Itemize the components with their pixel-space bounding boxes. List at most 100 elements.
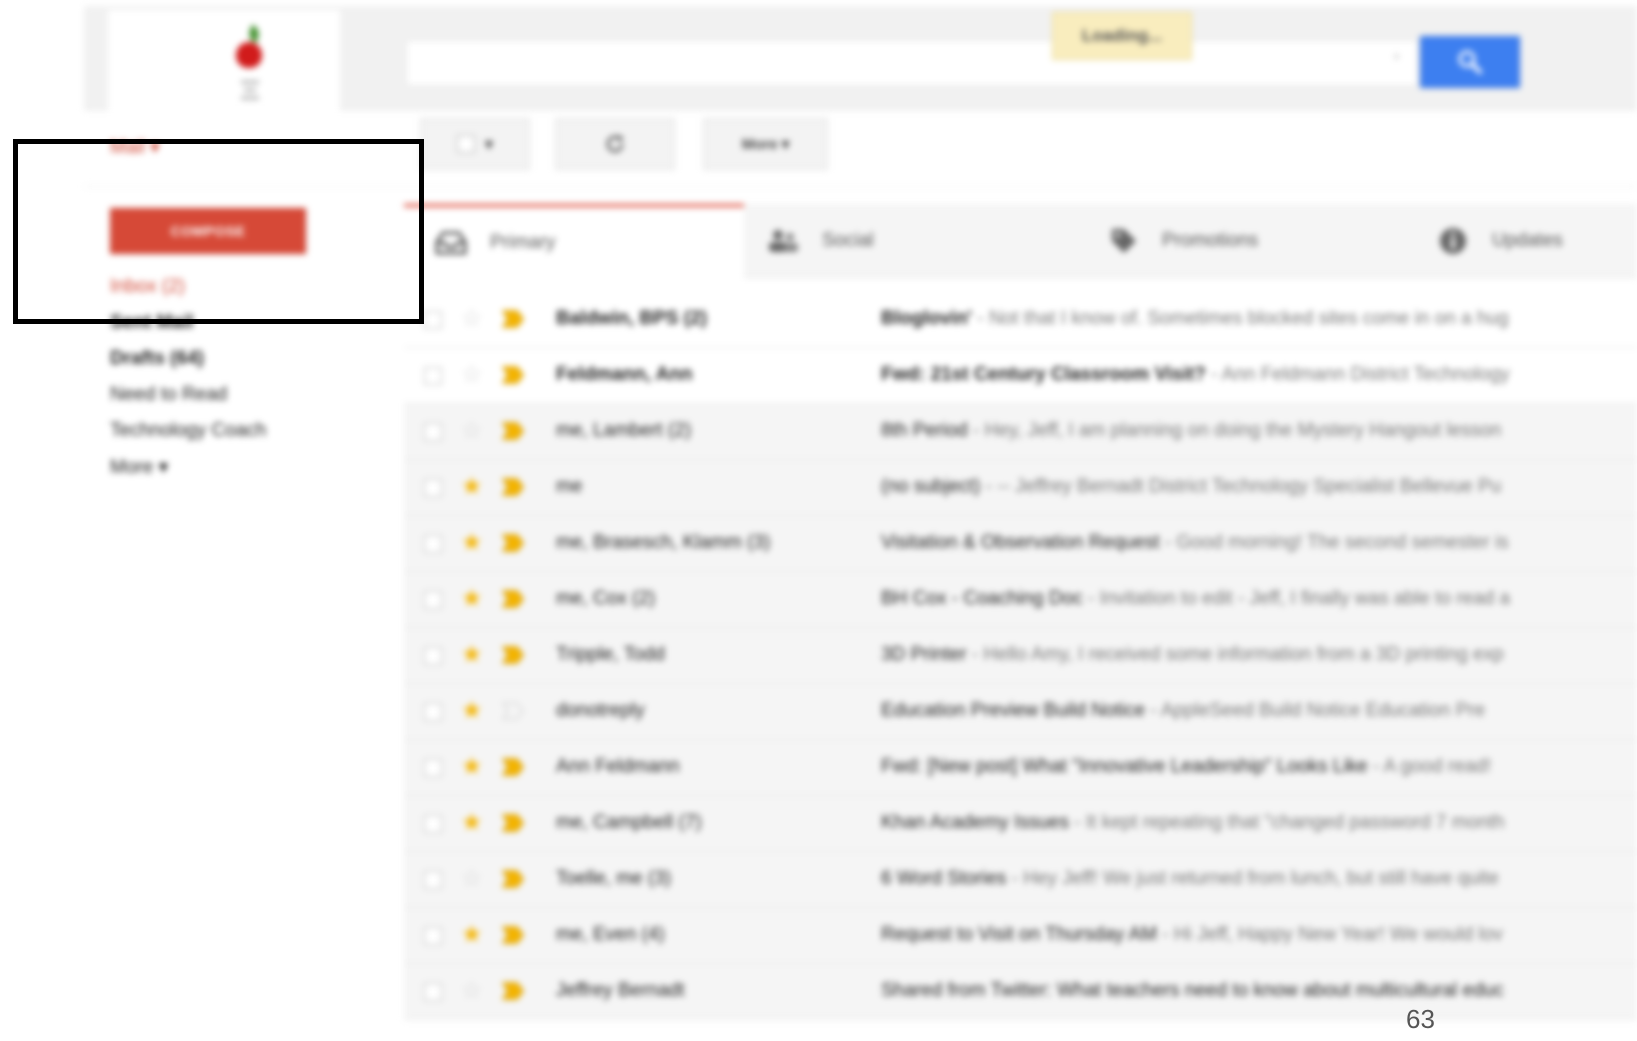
row-checkbox[interactable] [424, 703, 442, 721]
subject: Education Preview Build Notice [881, 700, 1146, 721]
important-marker-icon[interactable] [501, 310, 524, 328]
important-marker-icon[interactable] [501, 534, 524, 552]
tab-social[interactable]: Social [766, 204, 1096, 278]
slide-canvas: ▬▬▬ ▬▬ ▬▬▬ ▾ Loading... Mail ▾ ▾ More ▾ … [0, 0, 1637, 1041]
subject: (no subject) [881, 476, 981, 497]
star-icon[interactable]: ☆ [461, 418, 483, 444]
sidebar-item-technology-coach[interactable]: Technology Coach [110, 420, 266, 442]
subject-line: Education Preview Build Notice - AppleSe… [881, 700, 1623, 722]
important-marker-icon[interactable] [501, 702, 524, 720]
search-input[interactable] [406, 40, 1418, 86]
row-checkbox[interactable] [424, 983, 442, 1001]
star-icon[interactable]: ☆ [461, 306, 483, 332]
sender: Feldmann, Ann [556, 364, 693, 385]
star-icon[interactable]: ★ [461, 698, 483, 724]
table-row[interactable]: ☆ Feldmann, Ann Fwd: 21st Century Classroo… [404, 348, 1637, 404]
row-checkbox[interactable] [424, 759, 442, 777]
important-marker-icon[interactable] [501, 870, 524, 888]
table-row[interactable]: ☆ Baldwin, BPS (2) Bloglovin' - Not that I… [404, 292, 1637, 348]
table-row[interactable]: ★ donotreply Education Preview Build Notic… [404, 684, 1637, 740]
star-icon[interactable]: ☆ [461, 866, 483, 892]
subject: Shared from Twitter: What teachers need … [881, 980, 1504, 1001]
logo[interactable]: ▬▬▬ ▬▬ ▬▬▬ [108, 10, 340, 110]
tag-icon [1106, 227, 1140, 255]
row-checkbox[interactable] [424, 871, 442, 889]
sidebar-item-drafts[interactable]: Drafts (64) [110, 348, 204, 370]
table-row[interactable]: ☆ Jeffrey Bernadt Shared from Twitter: Wha… [404, 964, 1637, 1020]
logo-caption: ▬▬▬ ▬▬ ▬▬▬ [241, 79, 259, 101]
select-all-checkbox[interactable] [457, 135, 476, 153]
snippet: - Hey Jeff! We just returned from lunch,… [1006, 868, 1499, 889]
search-options-caret[interactable]: ▾ [1394, 52, 1399, 63]
row-checkbox[interactable] [424, 815, 442, 833]
important-marker-icon[interactable] [501, 366, 524, 384]
snippet: - Invitation to edit - Jeff, I finally w… [1082, 588, 1511, 609]
row-checkbox[interactable] [424, 311, 442, 329]
search-button[interactable] [1420, 36, 1520, 88]
sender: me [556, 476, 583, 497]
important-marker-icon[interactable] [501, 422, 524, 440]
row-checkbox[interactable] [424, 591, 442, 609]
table-row[interactable]: ★ me, Cox (2) BH Cox - Coaching Doc - Invi… [404, 572, 1637, 628]
tab-promotions[interactable]: Promotions [1106, 204, 1436, 278]
important-marker-icon[interactable] [501, 758, 524, 776]
row-checkbox[interactable] [424, 423, 442, 441]
snippet: - -- Jeffrey Bernadt District Technology… [980, 476, 1502, 497]
row-checkbox[interactable] [424, 367, 442, 385]
star-icon[interactable]: ★ [461, 642, 483, 668]
star-icon[interactable]: ★ [461, 810, 483, 836]
subject: 6 Word Stories [881, 868, 1007, 889]
star-icon[interactable]: ★ [461, 530, 483, 556]
row-checkbox[interactable] [424, 927, 442, 945]
sender: Jeffrey Bernadt [556, 980, 685, 1001]
tab-label: Social [822, 230, 874, 251]
tab-updates[interactable]: Updates [1436, 204, 1637, 278]
search-icon [1458, 50, 1482, 74]
star-icon[interactable]: ★ [461, 586, 483, 612]
row-checkbox[interactable] [424, 479, 442, 497]
subject: 3D Printer [881, 644, 967, 665]
star-icon[interactable]: ★ [461, 922, 483, 948]
table-row[interactable]: ★ Tripple, Todd 3D Printer - Hello Amy, I … [404, 628, 1637, 684]
subject-line: 6 Word Stories - Hey Jeff! We just retur… [881, 868, 1623, 890]
sender: Ann Feldmann [556, 756, 680, 777]
row-checkbox[interactable] [424, 647, 442, 665]
subject-line: (no subject) - -- Jeffrey Bernadt Distri… [881, 476, 1623, 498]
star-icon[interactable]: ☆ [461, 362, 483, 388]
sender: me, Brasesch, Klamm (3) [556, 532, 771, 553]
table-row[interactable]: ☆ me, Lambert (2) 8th Period - Hey, Jeff, … [404, 404, 1637, 460]
table-row[interactable]: ★ me, Campbell (7) Khan Academy Issues - I… [404, 796, 1637, 852]
important-marker-icon[interactable] [501, 982, 524, 1000]
snippet: - Ann Feldmann District Technology [1205, 364, 1510, 385]
important-marker-icon[interactable] [501, 590, 524, 608]
star-icon[interactable]: ★ [461, 754, 483, 780]
table-row[interactable]: ☆ Toelle, me (3) 6 Word Stories - Hey Jeff… [404, 852, 1637, 908]
star-icon[interactable]: ☆ [461, 978, 483, 1004]
table-row[interactable]: ★ Ann Feldmann Fwd: [New post] What "Innov… [404, 740, 1637, 796]
select-all-button[interactable]: ▾ [420, 118, 530, 170]
important-marker-icon[interactable] [501, 646, 524, 664]
star-icon[interactable]: ★ [461, 474, 483, 500]
table-row[interactable]: ★ me (no subject) - -- Jeffrey Bernadt Dis… [404, 460, 1637, 516]
sender: me, Campbell (7) [556, 812, 702, 833]
refresh-button[interactable] [555, 118, 675, 170]
table-row[interactable]: ★ me, Even (4) Request to Visit on Thursda… [404, 908, 1637, 964]
important-marker-icon[interactable] [501, 814, 524, 832]
row-checkbox[interactable] [424, 535, 442, 553]
important-marker-icon[interactable] [501, 926, 524, 944]
snippet: - It kept repeating that "changed passwo… [1069, 812, 1505, 833]
tab-primary[interactable]: Primary [404, 204, 744, 278]
sender: Toelle, me (3) [556, 868, 672, 889]
sidebar-item-more[interactable]: More ▾ [110, 456, 168, 479]
subject: Visitation & Observation Request [881, 532, 1160, 553]
inbox-icon [434, 229, 468, 257]
important-marker-icon[interactable] [501, 478, 524, 496]
more-button[interactable]: More ▾ [703, 118, 828, 170]
tab-label: Updates [1492, 230, 1563, 251]
table-row[interactable]: ★ me, Brasesch, Klamm (3) Visitation & Obs… [404, 516, 1637, 572]
snippet: - Hi Jeff, Happy New Year! We would lov [1157, 924, 1503, 945]
snippet: - Hey, Jeff, I am planning on doing the … [967, 420, 1502, 441]
sidebar-item-need-to-read[interactable]: Need to Read [110, 384, 227, 406]
sender: me, Lambert (2) [556, 420, 692, 441]
snippet: - Good morning! The second semester is [1159, 532, 1509, 553]
